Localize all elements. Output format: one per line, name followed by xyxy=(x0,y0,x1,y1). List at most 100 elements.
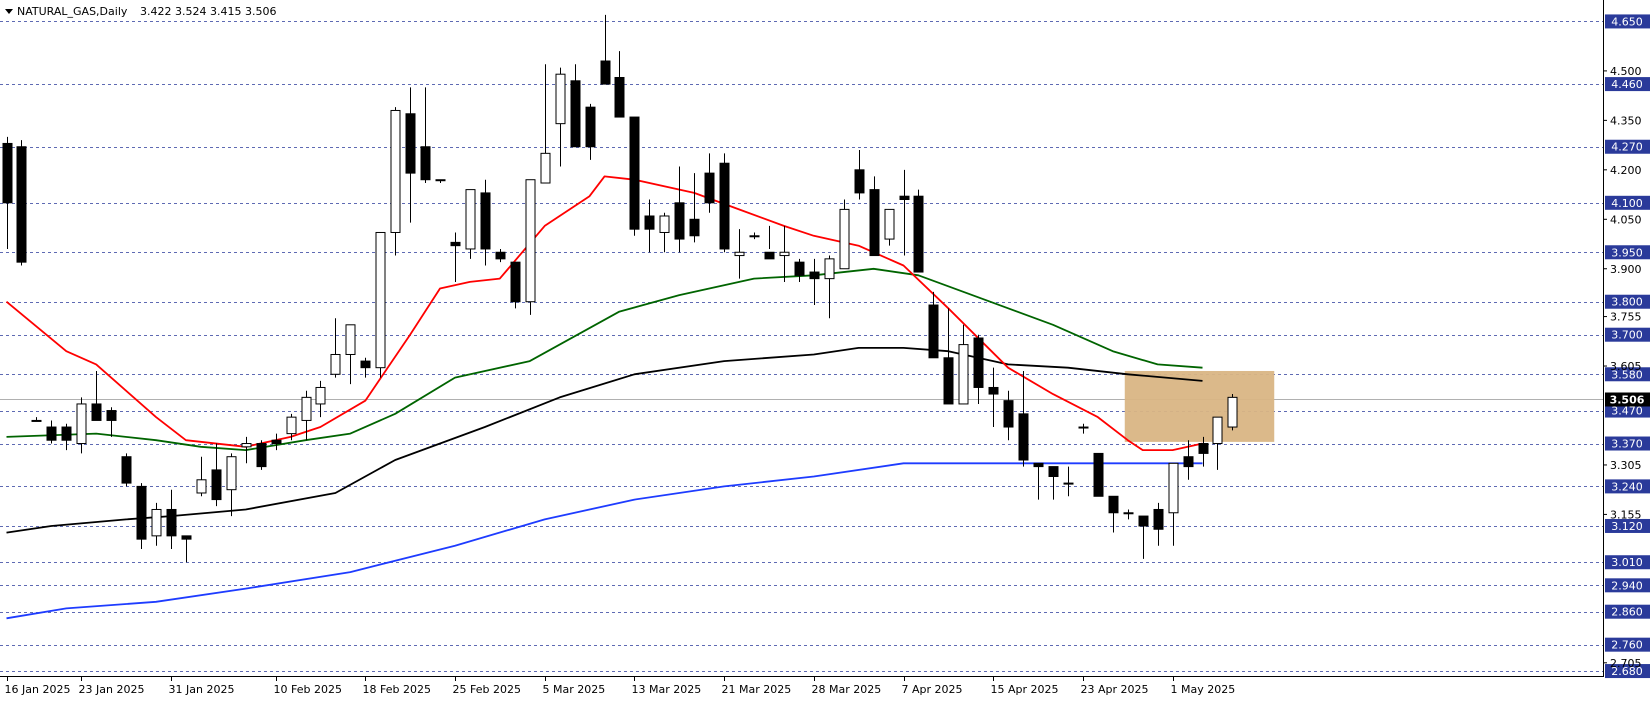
price-level-text: 3.800 xyxy=(1611,296,1643,309)
candle-body xyxy=(166,508,177,537)
candle-body xyxy=(764,251,775,260)
price-level-text: 2.760 xyxy=(1611,639,1643,652)
candle-body xyxy=(1018,413,1029,461)
price-chart-svg[interactable]: 4.6504.4604.2704.1003.9503.8003.7003.580… xyxy=(0,0,1651,707)
chart[interactable]: 4.650 4.460 4.270 4.100 3.950 3.800 3.700 3.580… xyxy=(0,0,1651,707)
candle-body xyxy=(450,241,461,247)
candle-body xyxy=(1093,452,1104,497)
candle-body xyxy=(540,152,551,184)
candle-body xyxy=(899,195,910,201)
candle-body xyxy=(315,386,326,405)
candle-body xyxy=(1183,456,1194,468)
current-price-marker: 3.506 xyxy=(1605,392,1650,407)
candle-body xyxy=(719,162,730,250)
price-level-label: 3.240 xyxy=(1605,479,1650,494)
candle-body xyxy=(600,60,611,85)
candle-body xyxy=(271,439,282,445)
candle xyxy=(1093,452,1104,497)
current-price-text: 3.506 xyxy=(1610,394,1645,407)
price-tick-label: 3.605 xyxy=(1610,360,1642,373)
candle-body xyxy=(1168,462,1179,514)
price-level-text: 4.100 xyxy=(1611,197,1643,210)
price-level-label: 4.650 xyxy=(1605,14,1650,29)
candle-body xyxy=(420,146,431,181)
price-level-label: 4.270 xyxy=(1605,139,1650,154)
candle-body xyxy=(1138,515,1149,527)
candle-body xyxy=(884,208,895,240)
candle-body xyxy=(913,195,924,273)
price-level-label: 2.760 xyxy=(1605,637,1650,652)
time-tick-label: 18 Feb 2025 xyxy=(363,683,431,696)
time-tick-label: 21 Mar 2025 xyxy=(722,683,792,696)
candle-body xyxy=(2,142,13,204)
candle-body xyxy=(360,360,371,369)
zone-layer xyxy=(1124,370,1275,442)
price-tick-label: 3.305 xyxy=(1610,459,1642,472)
candle-body xyxy=(46,426,57,441)
candle-body xyxy=(91,403,102,421)
candle xyxy=(913,189,924,273)
resistance-zone xyxy=(1124,370,1275,442)
price-tick-label: 3.155 xyxy=(1610,508,1642,521)
price-tick-label: 3.900 xyxy=(1610,263,1642,276)
candle-body xyxy=(226,456,237,491)
time-tick-label: 28 Mar 2025 xyxy=(812,683,882,696)
candle-body xyxy=(1033,462,1044,468)
candle-body xyxy=(76,403,87,445)
candle-body xyxy=(659,215,670,233)
candle xyxy=(839,199,850,270)
candle-body xyxy=(839,208,850,270)
candle-body xyxy=(674,202,685,240)
candle-body xyxy=(106,410,117,421)
candle-body xyxy=(465,189,476,250)
price-tick-label: 3.755 xyxy=(1610,311,1642,324)
candle-body xyxy=(525,179,536,303)
candle xyxy=(465,189,476,259)
time-tick-label: 7 Apr 2025 xyxy=(902,683,963,696)
candle-body xyxy=(854,169,865,194)
candle xyxy=(719,153,730,253)
price-level-label: 2.860 xyxy=(1605,604,1650,619)
price-level-text: 3.370 xyxy=(1611,438,1643,451)
candle-body xyxy=(570,80,581,148)
time-tick-label: 10 Feb 2025 xyxy=(274,683,342,696)
candle-body xyxy=(988,386,999,395)
candle-body xyxy=(330,353,341,375)
symbol-label: NATURAL_GAS,Daily xyxy=(17,5,128,18)
price-tick-label: 4.500 xyxy=(1610,65,1642,78)
candle-body xyxy=(1063,482,1074,485)
candle-body xyxy=(286,416,297,435)
candle xyxy=(629,116,640,236)
price-level-text: 4.460 xyxy=(1611,78,1643,91)
candle-body xyxy=(614,76,625,118)
candle-body xyxy=(136,485,147,540)
candle-body xyxy=(211,469,222,501)
candle xyxy=(121,453,132,487)
price-level-label: 4.460 xyxy=(1605,77,1650,92)
price-level-label: 3.700 xyxy=(1605,327,1650,342)
price-level-label: 3.800 xyxy=(1605,294,1650,309)
candle-body xyxy=(809,271,820,280)
candle xyxy=(375,231,386,378)
candle-body xyxy=(689,218,700,237)
candle xyxy=(16,140,27,266)
price-tick-label: 4.350 xyxy=(1610,114,1642,127)
candle-body xyxy=(345,324,356,355)
candle-body xyxy=(749,235,760,238)
time-tick-label: 1 May 2025 xyxy=(1171,683,1236,696)
price-level-text: 3.240 xyxy=(1611,480,1643,493)
time-tick-label: 25 Feb 2025 xyxy=(453,683,521,696)
time-tick-label: 31 Jan 2025 xyxy=(169,683,235,696)
candle-body xyxy=(480,192,491,250)
price-level-text: 3.120 xyxy=(1611,520,1643,533)
candle-body xyxy=(794,261,805,276)
candle-body xyxy=(196,479,207,494)
candle-body xyxy=(973,337,984,388)
candle-body xyxy=(1003,400,1014,428)
time-tick-label: 16 Jan 2025 xyxy=(5,683,71,696)
price-level-label: 4.100 xyxy=(1605,195,1650,210)
candle-body xyxy=(1227,396,1238,428)
price-tick-label: 2.705 xyxy=(1610,657,1642,670)
price-level-text: 3.950 xyxy=(1611,246,1643,259)
candle-body xyxy=(958,344,969,405)
